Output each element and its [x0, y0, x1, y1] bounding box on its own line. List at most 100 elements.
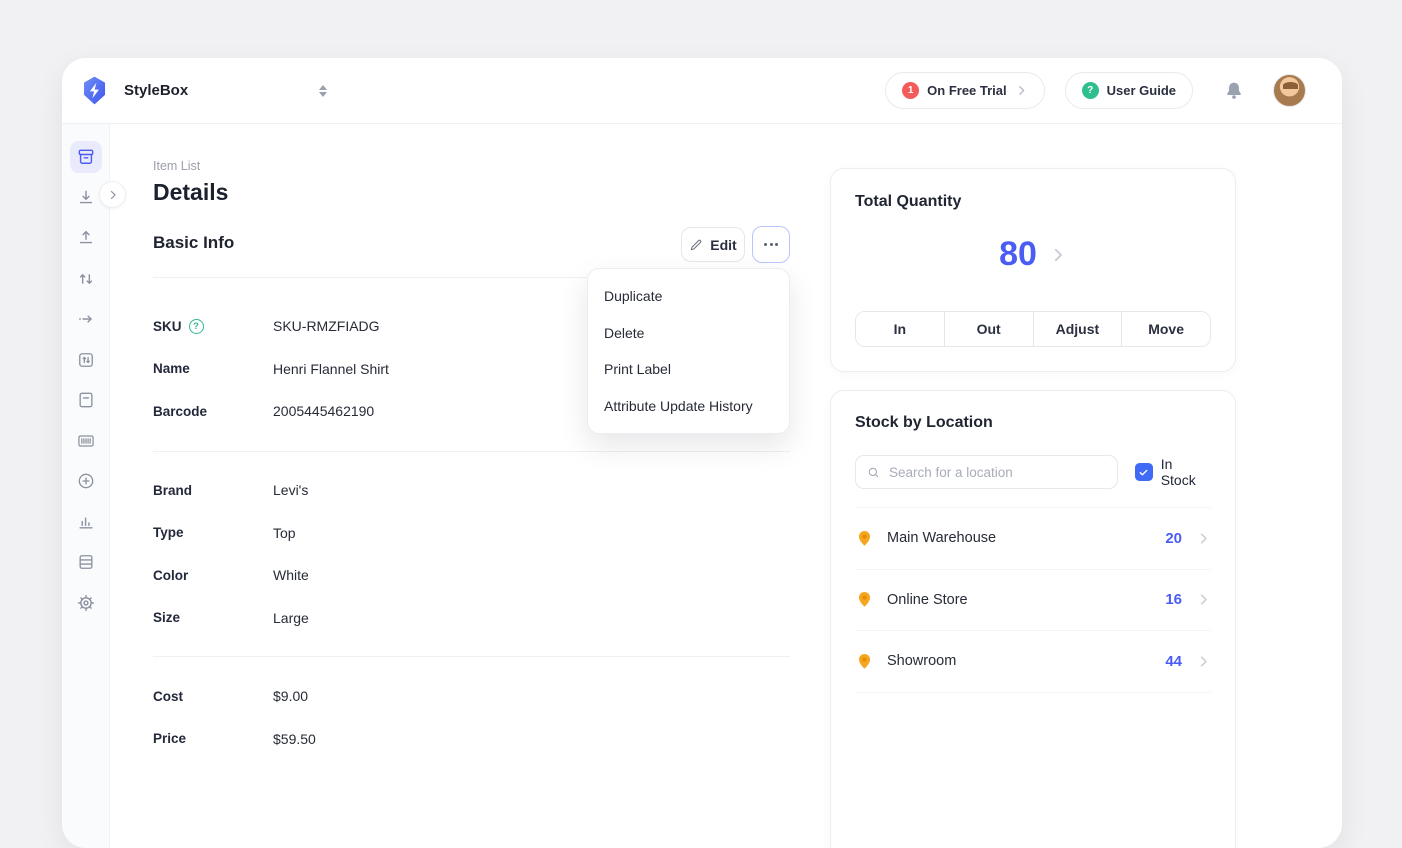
sidebar-item-move[interactable]	[70, 303, 102, 335]
field-row-price: Price $59.50	[153, 718, 673, 761]
add-circle-icon	[76, 471, 96, 491]
breadcrumb: Item List	[153, 159, 200, 173]
location-pin-icon	[855, 529, 874, 548]
field-label: Price	[153, 731, 273, 746]
sidebar-item-adjust[interactable]	[70, 344, 102, 376]
chevron-right-icon	[1196, 654, 1211, 669]
divider	[153, 451, 790, 452]
menu-item-delete[interactable]: Delete	[588, 315, 789, 352]
location-qty: 16	[1165, 591, 1182, 608]
ellipsis-icon	[764, 243, 767, 246]
field-value: White	[273, 567, 309, 583]
sidebar-item-notes[interactable]	[70, 384, 102, 416]
location-row-showroom[interactable]: Showroom 44	[855, 631, 1211, 693]
stylebox-logo-icon	[78, 74, 111, 107]
location-search-input[interactable]	[889, 465, 1107, 480]
total-quantity-link[interactable]: 80	[831, 235, 1235, 274]
adjust-panel-icon	[76, 350, 96, 370]
menu-item-print-label[interactable]: Print Label	[588, 351, 789, 388]
sidebar-item-transfer[interactable]	[70, 263, 102, 295]
menu-item-attribute-update-history[interactable]: Attribute Update History	[588, 388, 789, 425]
chevron-right-icon	[107, 189, 119, 201]
field-label: Cost	[153, 689, 273, 704]
chevron-right-icon	[1049, 246, 1067, 264]
location-row-online-store[interactable]: Online Store 16	[855, 570, 1211, 632]
settings-gear-icon	[76, 593, 96, 613]
total-quantity-value: 80	[999, 235, 1037, 274]
divider	[153, 656, 790, 657]
sidebar-item-items[interactable]	[70, 141, 102, 173]
sidebar-item-reports[interactable]	[70, 506, 102, 538]
field-label: Color	[153, 568, 273, 583]
field-label: Barcode	[153, 404, 273, 419]
field-value: Henri Flannel Shirt	[273, 361, 389, 377]
app-window: StyleBox 1 On Free Trial ? User Guide	[62, 58, 1342, 848]
location-row-main-warehouse[interactable]: Main Warehouse 20	[855, 508, 1211, 570]
sidebar-item-barcode[interactable]	[70, 425, 102, 457]
user-avatar[interactable]	[1273, 74, 1306, 107]
user-guide-button[interactable]: ? User Guide	[1065, 72, 1193, 109]
menu-item-duplicate[interactable]: Duplicate	[588, 278, 789, 315]
in-stock-filter[interactable]: In Stock	[1135, 456, 1211, 488]
trial-badge-icon: 1	[902, 82, 919, 99]
guide-badge-icon: ?	[1082, 82, 1099, 99]
in-button[interactable]: In	[856, 312, 944, 346]
location-search[interactable]	[855, 455, 1118, 489]
sidebar-item-ship[interactable]	[70, 222, 102, 254]
quantity-actions: In Out Adjust Move	[855, 311, 1211, 347]
field-row-size: Size Large	[153, 597, 673, 640]
location-pin-icon	[855, 590, 874, 609]
location-pin-icon	[855, 652, 874, 671]
section-title-basic-info: Basic Info	[153, 233, 234, 253]
checkbox-checked-icon[interactable]	[1135, 463, 1153, 481]
location-name: Online Store	[887, 592, 1165, 608]
location-list: Main Warehouse 20 Online Store 16	[855, 507, 1211, 693]
field-value: $9.00	[273, 688, 308, 704]
notifications-bell-icon[interactable]	[1223, 80, 1245, 102]
chevron-right-icon	[1196, 531, 1211, 546]
more-actions-menu: Duplicate Delete Print Label Attribute U…	[587, 268, 790, 434]
edit-button-label: Edit	[710, 237, 736, 253]
field-label: Size	[153, 610, 273, 625]
notes-document-icon	[76, 390, 96, 410]
total-quantity-card: Total Quantity 80 In Out Adjust Move	[830, 168, 1236, 372]
more-actions-button[interactable]	[752, 226, 790, 263]
sidebar-item-settings[interactable]	[70, 587, 102, 619]
field-group-pricing: Cost $9.00 Price $59.50	[153, 675, 673, 760]
edit-button[interactable]: Edit	[681, 227, 745, 262]
total-quantity-title: Total Quantity	[855, 193, 1211, 211]
pencil-icon	[689, 238, 703, 252]
field-value: SKU-RMZFIADG	[273, 318, 380, 334]
workspace-switcher[interactable]	[313, 79, 333, 103]
location-name: Showroom	[887, 653, 1165, 669]
right-panel: Total Quantity 80 In Out Adjust Move Sto…	[830, 58, 1236, 848]
free-trial-button[interactable]: 1 On Free Trial	[885, 72, 1044, 109]
sidebar-item-stock[interactable]	[70, 546, 102, 578]
field-value: 2005445462190	[273, 403, 374, 419]
move-out-arrow-icon	[76, 309, 96, 329]
user-guide-label: User Guide	[1107, 83, 1176, 98]
sidebar-nav	[62, 124, 110, 848]
page-title: Details	[153, 179, 228, 206]
field-value: Large	[273, 610, 309, 626]
trial-label: On Free Trial	[927, 83, 1006, 98]
sidebar-collapse-button[interactable]	[99, 181, 126, 208]
switcher-down-icon	[319, 92, 327, 97]
sidebar-item-add[interactable]	[70, 465, 102, 497]
out-button[interactable]: Out	[944, 312, 1033, 346]
field-label: SKU	[153, 319, 182, 334]
field-value: $59.50	[273, 731, 316, 747]
field-label: Name	[153, 361, 273, 376]
search-icon	[866, 465, 881, 480]
receive-download-icon	[76, 188, 96, 208]
move-button[interactable]: Move	[1121, 312, 1210, 346]
stock-by-location-title: Stock by Location	[855, 414, 1211, 432]
brand-title: StyleBox	[124, 82, 188, 99]
help-icon[interactable]: ?	[189, 319, 204, 334]
adjust-button[interactable]: Adjust	[1033, 312, 1122, 346]
topbar-right: 1 On Free Trial ? User Guide	[885, 72, 1306, 109]
field-label: Brand	[153, 483, 273, 498]
transfer-arrows-icon	[76, 269, 96, 289]
ship-upload-icon	[76, 228, 96, 248]
sidebar-item-receive[interactable]	[70, 182, 102, 214]
